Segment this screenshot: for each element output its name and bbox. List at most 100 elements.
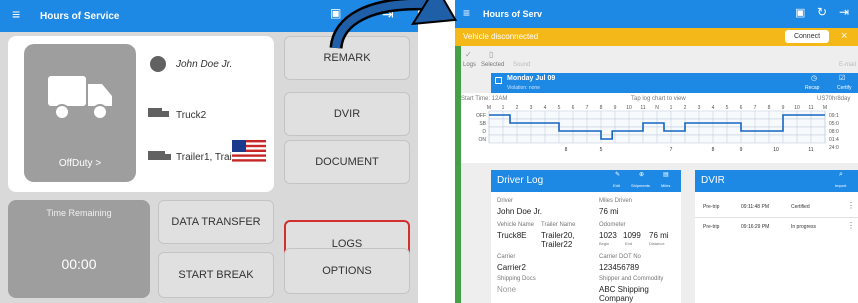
logout-icon[interactable]: ⇥ bbox=[839, 5, 849, 19]
ruleset: US70hr8day bbox=[817, 96, 851, 102]
dot-value: 123456789 bbox=[599, 263, 640, 272]
email-tab[interactable]: E-mail bbox=[839, 62, 856, 68]
hour-label: 7 bbox=[754, 105, 757, 111]
odometer-end: 1099 bbox=[623, 231, 641, 240]
row-total: 05:0 bbox=[829, 121, 839, 127]
miles-label[interactable]: Miles bbox=[661, 183, 670, 188]
more-icon[interactable]: ⋮ bbox=[847, 221, 855, 230]
duty-status-label: OffDuty bbox=[58, 158, 93, 169]
hour-label: 10 bbox=[794, 105, 800, 111]
hour-label: 7 bbox=[586, 105, 589, 111]
certify-label[interactable]: Certify bbox=[837, 85, 851, 91]
app-title: Hours of Service bbox=[40, 11, 120, 22]
dvir-button[interactable]: DVIR bbox=[284, 92, 410, 136]
dvir-time: 09:16:29 PM bbox=[741, 224, 770, 230]
dvir-row[interactable]: Pre-trip 09:16:29 PM In progress ⋮ bbox=[695, 218, 858, 238]
row-total: 09:1 bbox=[829, 113, 839, 119]
hour-label: M bbox=[487, 105, 491, 111]
close-icon[interactable]: × bbox=[841, 30, 847, 42]
truck-small-icon bbox=[148, 108, 170, 120]
bottom-label: 10 bbox=[773, 147, 779, 153]
shipments-icon[interactable]: ⊕ bbox=[639, 171, 644, 178]
logs-tab[interactable]: Logs bbox=[463, 62, 476, 68]
miles-driven-label: Miles Driven bbox=[599, 198, 633, 204]
dvir-row[interactable]: Pre-trip 09:11:48 PM Certified ⋮ bbox=[695, 198, 858, 218]
hour-label: 1 bbox=[670, 105, 673, 111]
edit-icon[interactable]: ✎ bbox=[615, 171, 620, 178]
date-checkbox[interactable] bbox=[495, 77, 502, 84]
tablet-screen: ≡ Hours of Serv ▣ ↻ ⇥ Vehicle disconnect… bbox=[455, 0, 858, 303]
dvir-title: DVIR bbox=[701, 175, 725, 186]
status-row-label: ON bbox=[479, 137, 487, 143]
dvir-type: Pre-trip bbox=[703, 204, 720, 210]
vehicle-label: Vehicle Name bbox=[497, 222, 535, 228]
row-total: 01:4 bbox=[829, 137, 839, 143]
shipper-value: ABC Shipping Company bbox=[599, 285, 649, 303]
start-break-button[interactable]: START BREAK bbox=[158, 252, 274, 298]
hour-label: 5 bbox=[558, 105, 561, 111]
odometer-label: Odometer bbox=[599, 222, 626, 228]
hour-label: 6 bbox=[572, 105, 575, 111]
trailer-icon bbox=[148, 151, 172, 163]
menu-icon[interactable]: ≡ bbox=[12, 6, 20, 22]
shipping-docs-label: Shipping Docs bbox=[497, 276, 536, 282]
driver-label: Driver bbox=[497, 198, 513, 204]
miles-icon[interactable]: ▤ bbox=[663, 171, 669, 178]
refresh-icon[interactable]: ↻ bbox=[817, 5, 827, 19]
truck-icon bbox=[48, 76, 112, 120]
hour-label: 11 bbox=[808, 105, 813, 111]
document-button[interactable]: DOCUMENT bbox=[284, 140, 410, 184]
dvir-status: In progress bbox=[791, 224, 817, 230]
shipments-label[interactable]: Shipments bbox=[631, 183, 650, 188]
certify-icon[interactable]: ☑ bbox=[839, 74, 845, 82]
hour-label: 3 bbox=[698, 105, 701, 111]
log-chart[interactable]: M 1 2 3 4 5 6 7 8 9 10 11 N 1 2 3 4 5 6 7 8 9 10 11 MOFF 09:1SB 05… bbox=[461, 103, 858, 163]
recap-label[interactable]: Recap bbox=[805, 85, 819, 91]
hour-label: 8 bbox=[768, 105, 771, 111]
disconnect-banner: Vehicle disconnected Connect × bbox=[455, 28, 858, 46]
driver-card: OffDuty > John Doe Jr. Truck2 Trailer1, … bbox=[8, 36, 274, 192]
shipping-docs-value: None bbox=[497, 285, 517, 294]
recap-icon[interactable]: ◷ bbox=[811, 74, 817, 82]
hour-label: 1 bbox=[502, 105, 505, 111]
status-row-label: SB bbox=[479, 121, 486, 127]
options-button[interactable]: OPTIONS bbox=[284, 248, 410, 294]
date-header: Monday Jul 09 Violation: none ◷ Recap ☑ … bbox=[491, 73, 858, 93]
hour-label: 3 bbox=[530, 105, 533, 111]
truck-icon[interactable]: ▣ bbox=[795, 6, 805, 19]
search-icon[interactable]: ⌕ bbox=[839, 171, 843, 179]
edit-label[interactable]: Edit bbox=[613, 183, 620, 188]
more-icon[interactable]: ⋮ bbox=[847, 201, 855, 210]
tap-hint: Tap log chart to view bbox=[631, 96, 686, 102]
import-label[interactable]: Import bbox=[835, 183, 846, 188]
miles-driven-value: 76 mi bbox=[599, 207, 619, 216]
hour-label: 8 bbox=[600, 105, 603, 111]
time-remaining-value: 00:00 bbox=[61, 256, 97, 272]
carrier-label: Carrier bbox=[497, 254, 516, 260]
odometer-distance: 76 mi bbox=[649, 231, 669, 240]
status-row-label: D bbox=[482, 129, 486, 135]
sound-tab[interactable]: Sound bbox=[513, 62, 530, 68]
time-remaining-label: Time Remaining bbox=[46, 208, 112, 218]
connect-button[interactable]: Connect bbox=[785, 30, 829, 43]
driver-log-title: Driver Log bbox=[497, 175, 544, 186]
side-strip bbox=[455, 46, 461, 303]
duty-status-tile[interactable]: OffDuty > bbox=[24, 44, 136, 182]
dvir-header: DVIR ⌕ Import bbox=[695, 170, 858, 192]
odometer-begin-label: Begin bbox=[599, 241, 610, 246]
hour-label: 9 bbox=[614, 105, 617, 111]
hour-label: 9 bbox=[782, 105, 785, 111]
hour-label: 2 bbox=[516, 105, 519, 111]
data-transfer-button[interactable]: DATA TRANSFER bbox=[158, 200, 274, 244]
dvir-status: Certified bbox=[791, 204, 810, 210]
time-remaining-tile: Time Remaining 00:00 bbox=[8, 200, 150, 298]
truck-name: Truck2 bbox=[176, 110, 207, 121]
bottom-label: 7 bbox=[670, 147, 673, 153]
hour-label: 6 bbox=[740, 105, 743, 111]
bottom-label: 8 bbox=[565, 147, 568, 153]
selected-tab[interactable]: Selected bbox=[481, 62, 504, 68]
driver-name: John Doe Jr. bbox=[176, 59, 233, 70]
hour-label: M bbox=[823, 105, 827, 111]
app-bar: ≡ Hours of Serv ▣ ↻ ⇥ bbox=[455, 0, 858, 28]
log-chart-panel[interactable]: Start Time: 12AM Tap log chart to view U… bbox=[461, 93, 858, 163]
